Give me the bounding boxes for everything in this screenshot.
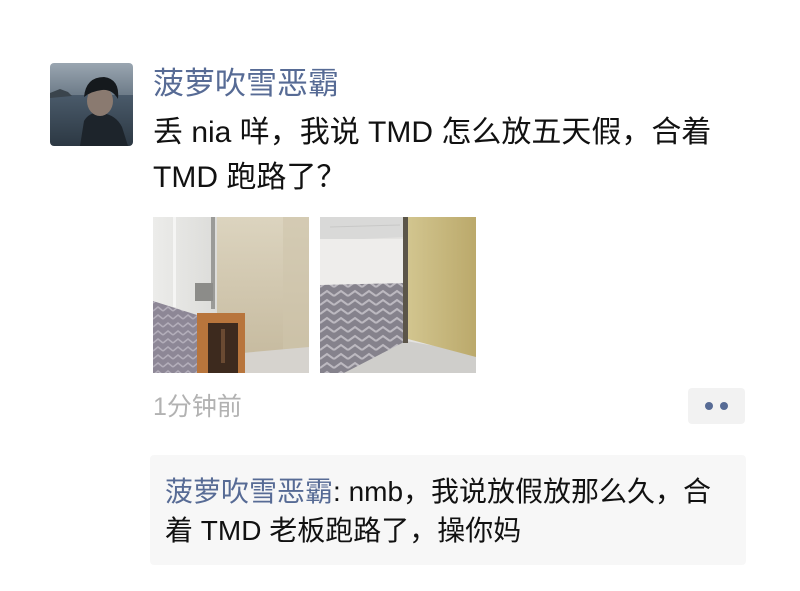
office-glass-door-photo (153, 217, 309, 373)
lock-slot (221, 329, 225, 363)
glass-reflection (173, 217, 176, 307)
back-wall (320, 239, 406, 285)
comments-panel: 菠萝吹雪恶霸: nmb，我说放假放那么久，合着 TMD 老板跑路了，操你妈 (150, 455, 746, 565)
post-timestamp: 1分钟前 (153, 393, 242, 421)
more-button[interactable] (688, 388, 745, 424)
post-text: 丢 nia 咩，我说 TMD 怎么放五天假，合着 TMD 跑路了？ (153, 116, 712, 194)
more-dots-icon (688, 388, 745, 424)
dot (720, 402, 728, 410)
post-image-1[interactable] (153, 217, 309, 373)
door-hinge (195, 283, 213, 301)
empty-office-photo (320, 217, 476, 373)
post-author-name[interactable]: 菠萝吹雪恶霸 (153, 64, 339, 104)
door-panel (408, 217, 476, 357)
ceiling (320, 217, 406, 241)
avatar[interactable] (50, 63, 133, 146)
door-frame (403, 217, 408, 343)
comment-author[interactable]: 菠萝吹雪恶霸 (165, 476, 333, 507)
post-image-2[interactable] (320, 217, 476, 373)
comment-separator: : (333, 476, 349, 507)
comment-item[interactable]: 菠萝吹雪恶霸: nmb，我说放假放那么久，合着 TMD 老板跑路了，操你妈 (165, 472, 725, 550)
avatar-photo (50, 63, 133, 146)
dot (705, 402, 713, 410)
